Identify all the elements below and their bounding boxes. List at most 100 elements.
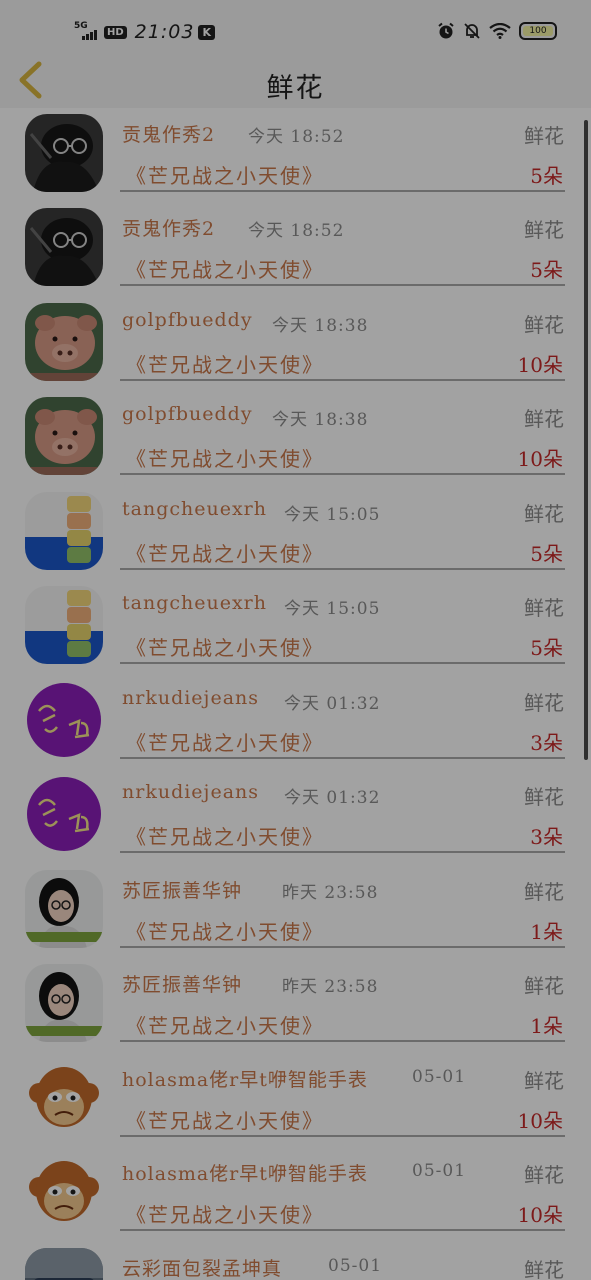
divider bbox=[120, 1040, 565, 1042]
user-name: golpfbueddy bbox=[122, 309, 253, 331]
user-name: nrkudiejeans bbox=[122, 687, 260, 709]
gift-type: 鲜花 bbox=[524, 1163, 564, 1187]
avatar[interactable] bbox=[25, 303, 103, 381]
gift-quantity: 10朵 bbox=[517, 1203, 563, 1227]
divider bbox=[120, 1229, 565, 1231]
status-left: 5G HD 21:03 K bbox=[74, 18, 215, 46]
gift-type: 鲜花 bbox=[524, 785, 564, 809]
list-item[interactable]: 苏匠振善华钟 昨天 23:58 鲜花 《芒兄战之小天使》 1朵 bbox=[0, 864, 591, 958]
gift-quantity: 10朵 bbox=[517, 353, 563, 377]
avatar[interactable] bbox=[25, 681, 103, 759]
gift-type: 鲜花 bbox=[524, 1069, 564, 1093]
gift-quantity: 1朵 bbox=[530, 1014, 563, 1038]
avatar[interactable] bbox=[25, 870, 103, 948]
movie-title: 《芒兄战之小天使》 bbox=[126, 353, 324, 377]
bell-off-icon bbox=[464, 23, 480, 39]
avatar[interactable] bbox=[25, 1153, 103, 1231]
gift-record-list[interactable]: 贡鬼作秀2 今天 18:52 鲜花 《芒兄战之小天使》 5朵 贡鬼作秀2 今天 … bbox=[0, 108, 591, 1280]
list-item[interactable]: holasma佬r早t咿智能手表 05-01 鲜花 《芒兄战之小天使》 10朵 bbox=[0, 1147, 591, 1241]
list-item[interactable]: golpfbueddy 今天 18:38 鲜花 《芒兄战之小天使》 10朵 bbox=[0, 391, 591, 485]
timestamp: 昨天 23:58 bbox=[282, 883, 379, 903]
wifi-icon bbox=[489, 23, 511, 39]
k-app-icon: K bbox=[198, 24, 215, 40]
movie-title: 《芒兄战之小天使》 bbox=[126, 164, 324, 188]
timestamp: 05-01 bbox=[328, 1256, 383, 1276]
status-right: 100 bbox=[437, 22, 557, 40]
user-name: holasma佬r早t咿智能手表 bbox=[122, 1163, 368, 1185]
status-bar: 5G HD 21:03 K 100 bbox=[0, 0, 591, 52]
list-item[interactable]: golpfbueddy 今天 18:38 鲜花 《芒兄战之小天使》 10朵 bbox=[0, 297, 591, 391]
list-item[interactable]: nrkudiejeans 今天 01:32 鲜花 《芒兄战之小天使》 3朵 bbox=[0, 769, 591, 863]
divider bbox=[120, 379, 565, 381]
gift-quantity: 3朵 bbox=[530, 731, 563, 755]
divider bbox=[120, 851, 565, 853]
user-name: 贡鬼作秀2 bbox=[122, 124, 216, 146]
avatar[interactable] bbox=[25, 492, 103, 570]
network-type: 5G bbox=[74, 21, 88, 31]
list-item[interactable]: tangcheuexrh 今天 15:05 鲜花 《芒兄战之小天使》 5朵 bbox=[0, 580, 591, 674]
gift-type: 鲜花 bbox=[524, 974, 564, 998]
gift-type: 鲜花 bbox=[524, 1258, 564, 1280]
list-item[interactable]: 贡鬼作秀2 今天 18:52 鲜花 《芒兄战之小天使》 5朵 bbox=[0, 108, 591, 202]
divider bbox=[120, 568, 565, 570]
user-name: 贡鬼作秀2 bbox=[122, 218, 216, 240]
avatar[interactable] bbox=[25, 208, 103, 286]
user-name: 苏匠振善华钟 bbox=[122, 880, 243, 902]
timestamp: 今天 01:32 bbox=[284, 788, 381, 808]
list-item[interactable]: tangcheuexrh 今天 15:05 鲜花 《芒兄战之小天使》 5朵 bbox=[0, 486, 591, 580]
timestamp: 昨天 23:58 bbox=[282, 977, 379, 997]
gift-quantity: 10朵 bbox=[517, 447, 563, 471]
scrollbar[interactable] bbox=[584, 120, 588, 760]
list-item[interactable]: 苏匠振善华钟 昨天 23:58 鲜花 《芒兄战之小天使》 1朵 bbox=[0, 958, 591, 1052]
avatar[interactable] bbox=[25, 586, 103, 664]
movie-title: 《芒兄战之小天使》 bbox=[126, 1109, 324, 1133]
gift-type: 鲜花 bbox=[524, 218, 564, 242]
battery-icon: 100 bbox=[519, 22, 557, 40]
timestamp: 05-01 bbox=[412, 1161, 467, 1181]
avatar[interactable] bbox=[25, 964, 103, 1042]
user-name: nrkudiejeans bbox=[122, 781, 260, 803]
divider bbox=[120, 757, 565, 759]
gift-quantity: 5朵 bbox=[530, 542, 563, 566]
gift-quantity: 3朵 bbox=[530, 825, 563, 849]
cellular-signal-icon: 5G bbox=[74, 21, 100, 42]
movie-title: 《芒兄战之小天使》 bbox=[126, 731, 324, 755]
list-item[interactable]: 云彩面包裂孟坤真 05-01 鲜花 bbox=[0, 1242, 591, 1280]
list-item[interactable]: holasma佬r早t咿智能手表 05-01 鲜花 《芒兄战之小天使》 10朵 bbox=[0, 1053, 591, 1147]
timestamp: 今天 18:52 bbox=[248, 221, 345, 241]
gift-quantity: 5朵 bbox=[530, 164, 563, 188]
divider bbox=[120, 1135, 565, 1137]
divider bbox=[120, 284, 565, 286]
user-name: 云彩面包裂孟坤真 bbox=[122, 1258, 283, 1280]
avatar[interactable] bbox=[25, 397, 103, 475]
user-name: tangcheuexrh bbox=[122, 592, 267, 614]
list-item[interactable]: nrkudiejeans 今天 01:32 鲜花 《芒兄战之小天使》 3朵 bbox=[0, 675, 591, 769]
gift-quantity: 5朵 bbox=[530, 636, 563, 660]
avatar[interactable] bbox=[25, 1059, 103, 1137]
gift-type: 鲜花 bbox=[524, 880, 564, 904]
timestamp: 今天 01:32 bbox=[284, 694, 381, 714]
hd-badge: HD bbox=[104, 25, 127, 39]
avatar[interactable] bbox=[25, 775, 103, 853]
header: 鲜花 bbox=[0, 52, 591, 108]
gift-quantity: 1朵 bbox=[530, 920, 563, 944]
timestamp: 今天 15:05 bbox=[284, 505, 381, 525]
alarm-icon bbox=[438, 22, 454, 39]
avatar[interactable] bbox=[25, 114, 103, 192]
movie-title: 《芒兄战之小天使》 bbox=[126, 1014, 324, 1038]
timestamp: 今天 15:05 bbox=[284, 599, 381, 619]
gift-quantity: 5朵 bbox=[530, 258, 563, 282]
timestamp: 今天 18:38 bbox=[272, 410, 369, 430]
gift-quantity: 10朵 bbox=[517, 1109, 563, 1133]
divider bbox=[120, 473, 565, 475]
movie-title: 《芒兄战之小天使》 bbox=[126, 636, 324, 660]
gift-type: 鲜花 bbox=[524, 596, 564, 620]
movie-title: 《芒兄战之小天使》 bbox=[126, 258, 324, 282]
avatar[interactable] bbox=[25, 1248, 103, 1280]
user-name: golpfbueddy bbox=[122, 403, 253, 425]
list-item[interactable]: 贡鬼作秀2 今天 18:52 鲜花 《芒兄战之小天使》 5朵 bbox=[0, 202, 591, 296]
movie-title: 《芒兄战之小天使》 bbox=[126, 825, 324, 849]
timestamp: 今天 18:38 bbox=[272, 316, 369, 336]
gift-type: 鲜花 bbox=[524, 124, 564, 148]
movie-title: 《芒兄战之小天使》 bbox=[126, 1203, 324, 1227]
